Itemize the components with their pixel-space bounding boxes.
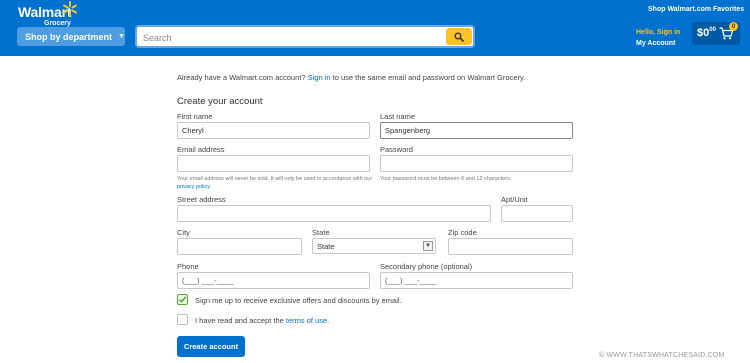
cart-dollars: $0 xyxy=(697,27,710,39)
terms-prefix: I have read and accept the xyxy=(195,316,284,325)
terms-text: I have read and accept the terms of use. xyxy=(195,316,329,325)
cart-total: $000 xyxy=(697,27,716,39)
street-address-label: Street address xyxy=(177,195,226,204)
search-input[interactable] xyxy=(143,30,443,45)
email-label: Email address xyxy=(177,145,225,154)
password-field[interactable] xyxy=(380,155,573,172)
sign-in-prompt-suffix: to use the same email and password on Wa… xyxy=(332,73,526,82)
city-field[interactable] xyxy=(177,238,302,255)
state-label: State xyxy=(312,228,330,237)
hello-text: Hello, Sign in xyxy=(636,29,681,36)
top-header: Walmart Grocery Shop by department ▼ Sho… xyxy=(0,0,750,56)
sign-in-prompt-prefix: Already have a Walmart.com account? xyxy=(177,73,306,82)
secondary-phone-label: Secondary phone (optional) xyxy=(380,262,473,271)
spark-icon xyxy=(63,1,77,17)
phone-field[interactable] xyxy=(177,272,370,289)
checkmark-icon xyxy=(179,296,187,303)
offers-text: Sign me up to receive exclusive offers a… xyxy=(195,296,402,305)
form-title: Create your account xyxy=(177,96,263,107)
phone-label: Phone xyxy=(177,262,199,271)
create-account-button[interactable]: Create account xyxy=(177,336,245,357)
favorites-link[interactable]: Favorites xyxy=(713,6,744,13)
secondary-phone-field[interactable] xyxy=(380,272,573,289)
email-field[interactable] xyxy=(177,155,370,172)
password-label: Password xyxy=(380,145,413,154)
sign-in-link[interactable]: Sign in xyxy=(308,73,331,82)
zip-code-label: Zip code xyxy=(448,228,477,237)
terms-checkbox[interactable] xyxy=(177,314,188,325)
last-name-label: Last name xyxy=(380,112,416,121)
privacy-policy-link[interactable]: privacy policy. xyxy=(177,184,211,190)
cart-count-badge: 0 xyxy=(729,22,738,31)
email-hint-text: Your email address will never be sold. I… xyxy=(177,176,373,182)
last-name-field[interactable] xyxy=(380,122,573,139)
search-icon xyxy=(454,32,464,42)
cart-button[interactable]: $000 0 xyxy=(692,22,740,45)
state-selected-value: State xyxy=(317,241,335,251)
street-address-field[interactable] xyxy=(177,205,491,222)
password-hint: Your password must be between 6 and 12 c… xyxy=(380,176,512,182)
logo-subtitle: Grocery xyxy=(44,20,71,27)
zip-code-field[interactable] xyxy=(448,238,573,255)
terms-of-use-link[interactable]: terms of use. xyxy=(286,316,329,325)
shop-by-department-button[interactable]: Shop by department ▼ xyxy=(17,27,125,46)
watermark: © WWW.THATSWHATCHESAID.COM xyxy=(599,352,725,359)
apt-unit-label: Apt/Unit xyxy=(501,195,528,204)
sign-in-prompt: Already have a Walmart.com account? Sign… xyxy=(177,73,525,82)
search-button[interactable] xyxy=(446,28,472,45)
chevron-down-icon: ▼ xyxy=(118,33,125,40)
email-hint: Your email address will never be sold. I… xyxy=(177,175,377,191)
cart-cents: 00 xyxy=(709,27,716,33)
account-menu[interactable]: Hello, Sign in My Account xyxy=(636,27,680,49)
first-name-field[interactable] xyxy=(177,122,370,139)
apt-unit-field[interactable] xyxy=(501,205,573,222)
department-label: Shop by department xyxy=(25,31,113,42)
chevron-down-icon: ▼ xyxy=(423,241,433,251)
city-label: City xyxy=(177,228,190,237)
search-bar xyxy=(135,25,475,48)
state-select[interactable]: State ▼ xyxy=(312,238,436,254)
offers-checkbox[interactable] xyxy=(177,294,188,305)
shop-walmart-link[interactable]: Shop Walmart.com xyxy=(648,6,711,13)
my-account-link[interactable]: My Account xyxy=(636,38,680,49)
first-name-label: First name xyxy=(177,112,213,121)
